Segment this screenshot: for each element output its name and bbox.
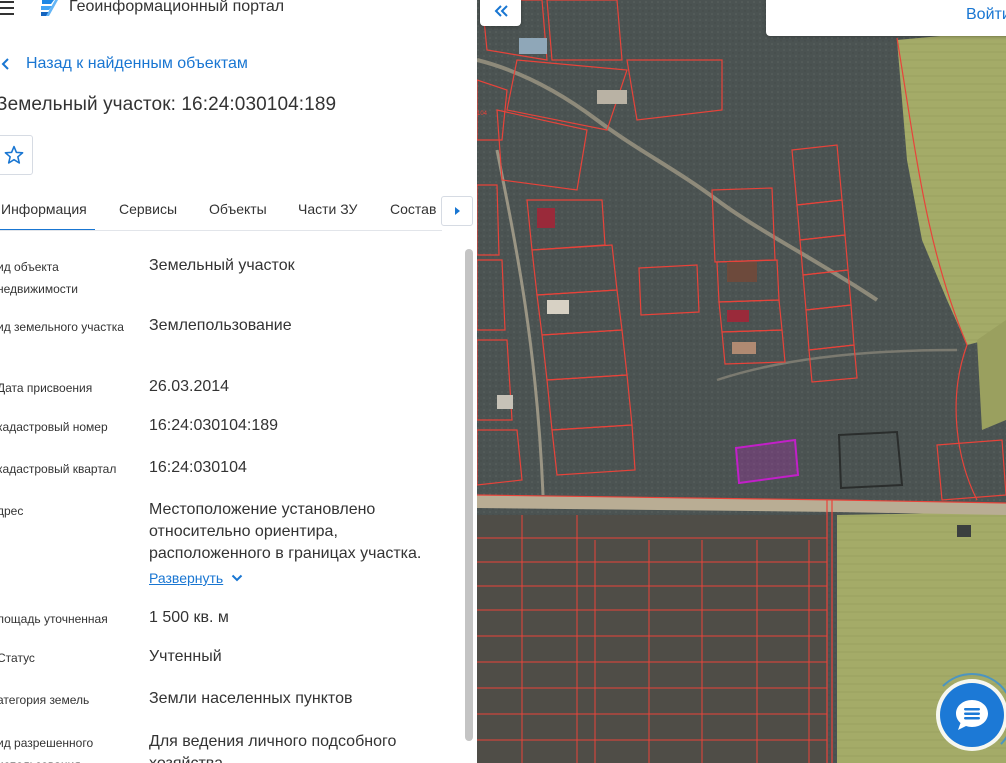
parcel-number-label: 104: [477, 111, 488, 117]
double-chevron-left-icon: [494, 5, 508, 17]
value-permitted-use: Для ведения личного подсобного хозяйства: [149, 733, 397, 763]
app-title: Геоинформационный портал: [69, 0, 285, 15]
tabs-scroll-right-button[interactable]: [441, 196, 473, 226]
tab-services[interactable]: Сервисы: [119, 193, 177, 230]
map-view[interactable]: 104: [477, 0, 1006, 763]
label-status: Статус: [0, 651, 35, 665]
tab-objects[interactable]: Объекты: [209, 193, 267, 230]
caret-right-icon: [455, 207, 460, 215]
tab-information[interactable]: Информация: [0, 193, 95, 230]
expand-address-link[interactable]: Развернуть: [149, 570, 243, 586]
value-cadastral-quarter: 16:24:030104: [149, 459, 247, 476]
value-cadastral-number: 16:24:030104:189: [149, 417, 279, 434]
login-link[interactable]: Войти: [966, 6, 1006, 24]
chat-icon: [956, 700, 988, 730]
tab-parcel-parts[interactable]: Части ЗУ: [298, 193, 357, 230]
value-assign-date: 26.03.2014: [149, 378, 230, 395]
back-link-label: Назад к найденным объектам: [26, 55, 248, 72]
value-object-type: Земельный участок: [149, 257, 295, 274]
satellite-map[interactable]: 104: [477, 0, 1006, 763]
label-object-type: ид объекта недвижимости: [0, 260, 78, 296]
chevron-left-icon: [1, 58, 9, 70]
label-permitted-use: ид разрешенного использования: [0, 736, 94, 763]
label-cadastral-number: кадастровый номер: [0, 420, 108, 434]
top-bar: Геоинформационный портал: [0, 0, 477, 22]
portal-logo-icon: [38, 0, 60, 18]
value-address: Местоположение установлено относительно …: [149, 501, 422, 562]
label-area: лощадь уточненная: [0, 612, 108, 626]
expand-label: Развернуть: [149, 570, 224, 586]
favorite-button[interactable]: [0, 135, 33, 175]
collapse-panel-button[interactable]: [480, 0, 521, 26]
label-land-category: атегория земель: [0, 693, 90, 707]
star-icon: [4, 145, 23, 164]
label-cadastral-quarter: кадастровый квартал: [0, 462, 117, 476]
info-panel: Геоинформационный портал Назад к найденн…: [0, 0, 477, 763]
menu-icon[interactable]: [0, 0, 16, 16]
value-parcel-type: Землепользование: [149, 317, 292, 334]
value-land-category: Земли населенных пунктов: [149, 690, 353, 707]
chevron-down-icon: [232, 574, 243, 582]
value-status: Учтенный: [149, 648, 222, 665]
south-block: [477, 515, 827, 763]
back-link[interactable]: Назад к найденным объектам: [0, 53, 248, 75]
tab-composition[interactable]: Состав: [390, 193, 436, 230]
chat-button[interactable]: [940, 683, 1004, 747]
login-panel: Войти: [766, 0, 1006, 36]
selected-parcel[interactable]: [734, 438, 800, 485]
value-area: 1 500 кв. м: [149, 609, 229, 626]
panel-scrollbar[interactable]: [465, 249, 473, 741]
object-title: Земельный участок: 16:24:030104:189: [0, 94, 337, 115]
tab-bar: Информация Сервисы Объекты Части ЗУ Сост…: [0, 193, 442, 231]
label-parcel-type: ид земельного участка: [0, 320, 124, 334]
label-address: дрес: [0, 504, 24, 518]
label-assign-date: Дата присвоения: [0, 381, 93, 395]
